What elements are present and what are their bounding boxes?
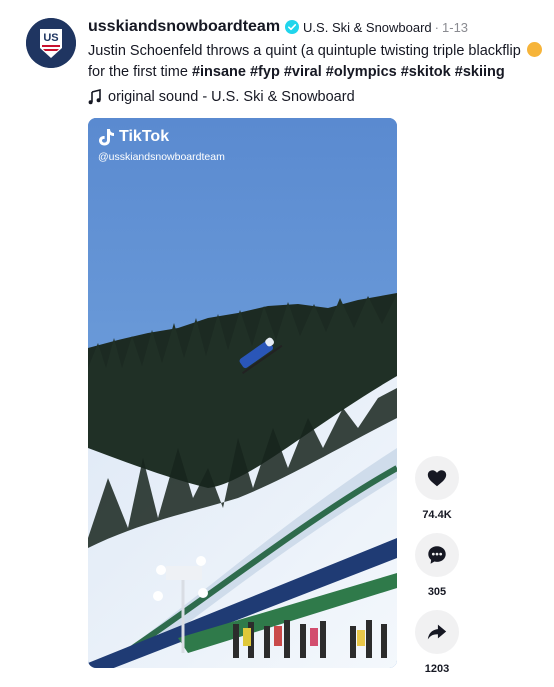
comment-button[interactable] [415,533,459,577]
music-note-icon [88,89,102,105]
like-action: 74.4K [413,456,461,521]
comment-count: 305 [427,586,447,598]
like-button[interactable] [415,456,459,500]
hashtag-insane[interactable]: #insane [192,64,246,80]
watermark-brand: TikTok [119,128,170,145]
post-caption: Justin Schoenfeld throws a quint (a quin… [88,41,550,83]
share-count: 1203 [424,663,450,675]
music-title: original sound - U.S. Ski & Snowboard [108,89,355,105]
share-action: 1203 [413,610,461,675]
share-icon [427,624,447,640]
like-count: 74.4K [422,509,452,521]
action-bar: 74.4K 305 1203 [413,456,461,687]
meta-separator: · [434,19,440,35]
avatar[interactable]: US [26,18,76,68]
video-player[interactable]: TikTok @usskiandsnowboardteam [88,118,397,668]
watermark-handle: @usskiandsnowboardteam [98,151,225,163]
caption-text-2: for the first time [88,64,192,80]
post-header: usskiandsnowboardteam U.S. Ski & Snowboa… [88,16,550,105]
author-nickname: U.S. Ski & Snowboard [303,19,432,35]
tiktok-watermark: TikTok @usskiandsnowboardteam [98,128,225,163]
verified-badge-icon [285,20,300,34]
comment-icon [428,546,446,564]
hashtag-skiing[interactable]: #skiing [455,64,505,80]
heart-icon [427,470,447,487]
author-line: usskiandsnowboardteam U.S. Ski & Snowboa… [88,16,550,38]
music-link[interactable]: original sound - U.S. Ski & Snowboard [88,89,550,105]
share-button[interactable] [415,610,459,654]
avatar-text: US [43,32,58,44]
hashtag-viral[interactable]: #viral [284,64,322,80]
tiktok-logo-icon [98,128,114,146]
post-date: 1-13 [442,19,469,35]
hashtag-skitok[interactable]: #skitok [401,64,451,80]
hashtag-fyp[interactable]: #fyp [250,64,280,80]
video-frame [88,118,397,668]
hashtag-olympics[interactable]: #olympics [326,64,397,80]
comment-action: 305 [413,533,461,598]
author-username[interactable]: usskiandsnowboardteam [88,18,280,36]
exploding-head-emoji-icon [526,42,542,57]
caption-text: Justin Schoenfeld throws a quint (a quin… [88,43,525,59]
